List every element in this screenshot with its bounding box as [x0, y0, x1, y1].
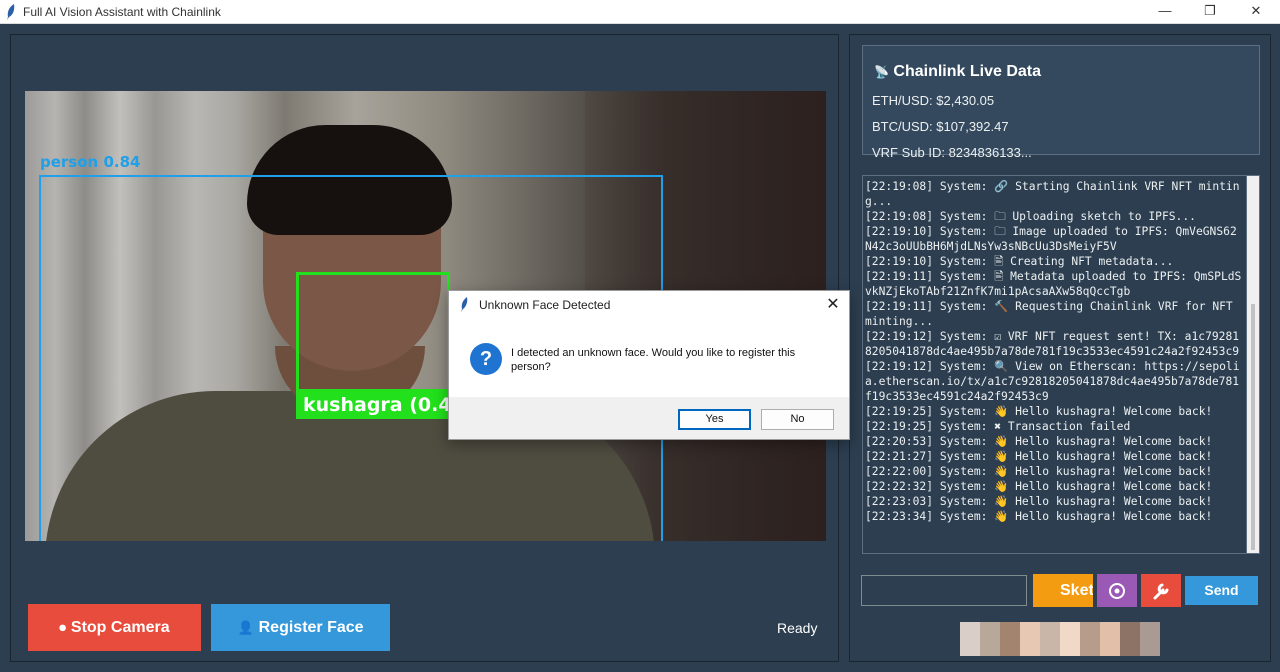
dialog-message: I detected an unknown face. Would you li… [511, 347, 796, 373]
face-label-background: kushagra (0.46 [296, 391, 466, 419]
register-face-label: Register Face [258, 619, 364, 636]
window-titlebar: Full AI Vision Assistant with Chainlink … [0, 0, 1280, 24]
btc-usd-price: BTC/USD: $107,392.47 [872, 119, 1009, 134]
pixelated-image [960, 622, 1160, 656]
feather-icon [7, 4, 15, 20]
system-log[interactable]: [22:19:08] System: 🔗 Starting Chainlink … [862, 175, 1248, 554]
chainlink-data-box: 📡 Chainlink Live Data ETH/USD: $2,430.05… [862, 45, 1260, 160]
face-recognition-label: kushagra (0.46 [303, 394, 465, 416]
register-face-button[interactable]: 👤 Register Face [211, 604, 390, 651]
stop-camera-button[interactable]: ⏺ Stop Camera [28, 604, 201, 651]
log-scrollbar-thumb[interactable] [1251, 304, 1255, 550]
no-button[interactable]: No [761, 409, 834, 430]
yes-button[interactable]: Yes [678, 409, 751, 430]
status-text: Ready [777, 620, 818, 636]
stop-camera-label: Stop Camera [70, 619, 170, 636]
person-detection-label: person 0.84 [40, 153, 141, 171]
dialog-body: ? I detected an unknown face. Would you … [449, 319, 849, 397]
chainlink-title-text: Chainlink Live Data [893, 63, 1041, 80]
vrf-sub-id: VRF Sub ID: 8234836133... [872, 145, 1032, 160]
unknown-face-dialog: Unknown Face Detected ✕ ? I detected an … [448, 290, 850, 440]
face-bounding-box [296, 272, 450, 392]
info-panel: 📡 Chainlink Live Data ETH/USD: $2,430.05… [849, 34, 1271, 662]
satellite-icon: 📡 [874, 65, 889, 79]
dialog-titlebar: Unknown Face Detected ✕ [449, 291, 849, 319]
eye-icon [1109, 583, 1125, 599]
send-button[interactable]: Send [1185, 576, 1258, 605]
system-log-text: [22:19:08] System: 🔗 Starting Chainlink … [865, 180, 1242, 523]
log-scrollbar[interactable] [1246, 175, 1260, 554]
question-icon: ? [470, 343, 502, 375]
camera-icon: ⏺ [59, 620, 66, 635]
sketch-button-label: Sketch [1060, 582, 1093, 599]
dialog-footer: Yes No [449, 397, 849, 439]
window-title: Full AI Vision Assistant with Chainlink [23, 5, 221, 19]
close-button[interactable]: ✕ [1233, 0, 1279, 24]
chainlink-title: 📡 Chainlink Live Data [874, 63, 1041, 81]
wrench-icon [1153, 583, 1169, 600]
feather-icon [461, 297, 468, 312]
dialog-title: Unknown Face Detected [479, 298, 611, 312]
eth-usd-price: ETH/USD: $2,430.05 [872, 93, 995, 108]
chat-input[interactable] [861, 575, 1027, 606]
sketch-button[interactable]: Sketch [1033, 574, 1093, 607]
tool-button[interactable] [1141, 574, 1181, 607]
vision-button[interactable] [1097, 574, 1137, 607]
maximize-button[interactable]: ❐ [1187, 0, 1233, 24]
dialog-close-button[interactable]: ✕ [819, 294, 847, 316]
minimize-button[interactable]: — [1142, 0, 1188, 24]
person-icon: 👤 [237, 620, 254, 635]
